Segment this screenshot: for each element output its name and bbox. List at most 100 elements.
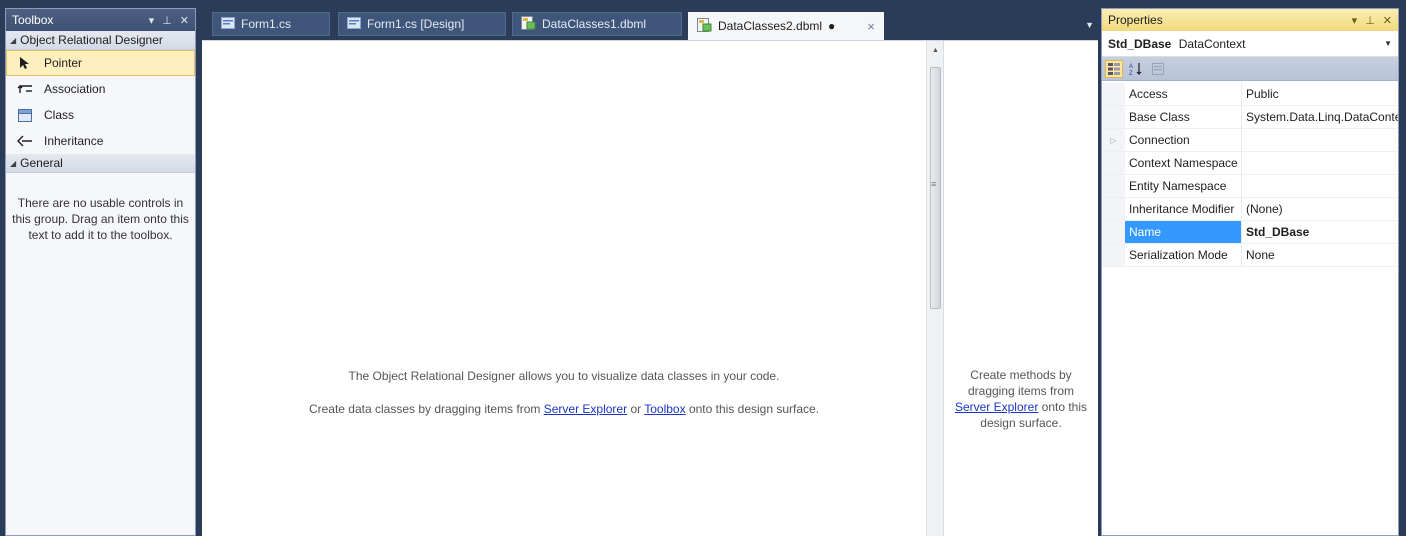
properties-title: Properties xyxy=(1108,13,1163,27)
instruction-text: or xyxy=(627,402,645,416)
toolbox-empty-message[interactable]: There are no usable controls in this gro… xyxy=(12,195,189,243)
scroll-up-arrow-icon[interactable]: ▲ xyxy=(927,47,944,54)
collapse-triangle-icon: ◢ xyxy=(10,158,17,168)
collapse-triangle-icon: ◢ xyxy=(10,35,17,45)
form-design-icon xyxy=(347,16,361,32)
class-design-pane[interactable]: The Object Relational Designer allows yo… xyxy=(202,41,926,536)
splitter-grip-icon[interactable]: ≡ xyxy=(931,179,936,189)
property-row-context-namespace[interactable]: Context Namespace xyxy=(1102,152,1398,175)
methods-text: Create methods by dragging items from xyxy=(967,368,1075,398)
document-area: Form1.cs Form1.cs [Design] DataClasses1.… xyxy=(202,8,1098,536)
toolbox-header: Toolbox ▾ ⊥ ✕ xyxy=(6,9,195,31)
code-file-icon xyxy=(221,16,235,32)
property-row-entity-namespace[interactable]: Entity Namespace xyxy=(1102,175,1398,198)
class-icon xyxy=(17,107,33,123)
design-surface[interactable]: The Object Relational Designer allows yo… xyxy=(202,40,1098,536)
property-value[interactable] xyxy=(1242,152,1398,174)
selected-object-type: DataContext xyxy=(1178,36,1246,51)
property-name: Base Class xyxy=(1125,106,1242,128)
properties-header: Properties ▾ ⊥ ✕ xyxy=(1102,9,1398,31)
toolbox-group-orm[interactable]: ◢ Object Relational Designer xyxy=(6,31,195,50)
toolbox-title: Toolbox xyxy=(12,13,54,27)
modified-indicator: ● xyxy=(828,19,836,33)
alphabetical-sort-icon[interactable]: AZ xyxy=(1127,60,1145,78)
svg-text:Z: Z xyxy=(1129,71,1133,76)
toolbox-item-label: Pointer xyxy=(44,56,83,70)
designer-info-line: The Object Relational Designer allows yo… xyxy=(348,369,780,383)
property-name: Entity Namespace xyxy=(1125,175,1242,197)
tab-overflow-dropdown-icon[interactable]: ▼ xyxy=(1085,20,1094,30)
tab-dataclasses1[interactable]: DataClasses1.dbml xyxy=(512,12,682,36)
expand-triangle-icon[interactable]: ▷ xyxy=(1102,129,1125,151)
document-tabstrip: Form1.cs Form1.cs [Design] DataClasses1.… xyxy=(202,8,1098,40)
property-name: Inheritance Modifier xyxy=(1125,198,1242,220)
property-name: Name xyxy=(1125,221,1242,243)
toolbox-item-pointer[interactable]: Pointer xyxy=(6,50,195,76)
methods-info: Create methods by dragging items from Se… xyxy=(950,367,1092,431)
dropdown-icon[interactable]: ▾ xyxy=(1352,14,1358,27)
methods-server-explorer-link[interactable]: Server Explorer xyxy=(955,400,1038,414)
svg-text:A: A xyxy=(1129,64,1133,70)
tab-label: DataClasses2.dbml xyxy=(718,19,823,33)
pointer-icon xyxy=(17,55,33,71)
toolbox-group-label: Object Relational Designer xyxy=(20,33,163,47)
property-row-name[interactable]: Name Std_DBase xyxy=(1102,221,1398,244)
property-value[interactable] xyxy=(1242,175,1398,197)
tab-form1-cs[interactable]: Form1.cs xyxy=(212,12,330,36)
toolbox-item-label: Inheritance xyxy=(44,134,104,148)
tab-close-icon[interactable]: × xyxy=(867,19,875,34)
toolbox-item-class[interactable]: Class xyxy=(6,102,195,128)
toolbox-group-label: General xyxy=(20,156,63,170)
toolbox-panel: Toolbox ▾ ⊥ ✕ ◢ Object Relational Design… xyxy=(5,8,196,536)
pin-icon[interactable]: ⊥ xyxy=(1365,14,1375,27)
instruction-text: Create data classes by dragging items fr… xyxy=(308,402,544,416)
property-value[interactable]: System.Data.Linq.DataContext xyxy=(1242,106,1398,128)
inheritance-icon xyxy=(17,133,33,149)
toolbox-link[interactable]: Toolbox xyxy=(644,402,685,416)
chevron-down-icon[interactable]: ▼ xyxy=(1384,39,1392,48)
categorized-icon[interactable] xyxy=(1105,59,1123,78)
tab-dataclasses2[interactable]: DataClasses2.dbml ● × xyxy=(688,12,884,40)
dbml-icon xyxy=(697,17,712,35)
association-icon xyxy=(17,81,33,97)
toolbox-item-inheritance[interactable]: Inheritance xyxy=(6,128,195,154)
selected-object-name: Std_DBase xyxy=(1108,36,1172,51)
property-name: Access xyxy=(1125,83,1242,105)
pin-icon[interactable]: ⊥ xyxy=(162,14,172,27)
vertical-scrollbar[interactable]: ▲ ≡ xyxy=(926,41,944,536)
property-name: Connection xyxy=(1125,129,1242,151)
toolbox-item-association[interactable]: Association xyxy=(6,76,195,102)
dropdown-icon[interactable]: ▾ xyxy=(149,14,155,27)
property-row-base-class[interactable]: Base Class System.Data.Linq.DataContext xyxy=(1102,106,1398,129)
dbml-icon xyxy=(521,15,536,33)
tab-label: Form1.cs xyxy=(241,17,292,31)
properties-panel: Properties ▾ ⊥ ✕ Std_DBase DataContext ▼… xyxy=(1101,8,1399,536)
server-explorer-link[interactable]: Server Explorer xyxy=(544,402,627,416)
property-value[interactable] xyxy=(1242,129,1398,151)
property-value[interactable]: (None) xyxy=(1242,198,1398,220)
tab-form1-design[interactable]: Form1.cs [Design] xyxy=(338,12,506,36)
instruction-text: onto this design surface. xyxy=(685,402,820,416)
property-row-connection[interactable]: ▷ Connection xyxy=(1102,129,1398,152)
properties-toolbar: AZ xyxy=(1102,57,1398,81)
property-value[interactable]: None xyxy=(1242,244,1398,266)
property-value[interactable]: Std_DBase xyxy=(1242,221,1398,243)
toolbox-item-label: Association xyxy=(44,82,106,96)
property-pages-icon[interactable] xyxy=(1149,60,1167,78)
toolbox-group-general[interactable]: ◢ General xyxy=(6,154,195,173)
object-selector[interactable]: Std_DBase DataContext ▼ xyxy=(1102,31,1398,57)
methods-pane[interactable]: Create methods by dragging items from Se… xyxy=(944,41,1098,536)
property-row-access[interactable]: Access Public xyxy=(1102,83,1398,106)
toolbox-item-label: Class xyxy=(44,108,75,122)
property-name: Context Namespace xyxy=(1125,152,1242,174)
tab-label: Form1.cs [Design] xyxy=(367,17,465,31)
property-row-serialization-mode[interactable]: Serialization Mode None xyxy=(1102,244,1398,267)
close-icon[interactable]: ✕ xyxy=(1383,14,1392,27)
property-value[interactable]: Public xyxy=(1242,83,1398,105)
property-grid: Access Public Base Class System.Data.Lin… xyxy=(1102,83,1398,267)
close-icon[interactable]: ✕ xyxy=(180,14,189,27)
property-row-inheritance-modifier[interactable]: Inheritance Modifier (None) xyxy=(1102,198,1398,221)
property-name: Serialization Mode xyxy=(1125,244,1242,266)
tab-label: DataClasses1.dbml xyxy=(542,17,647,31)
designer-instruction-line: Create data classes by dragging items fr… xyxy=(202,402,926,416)
